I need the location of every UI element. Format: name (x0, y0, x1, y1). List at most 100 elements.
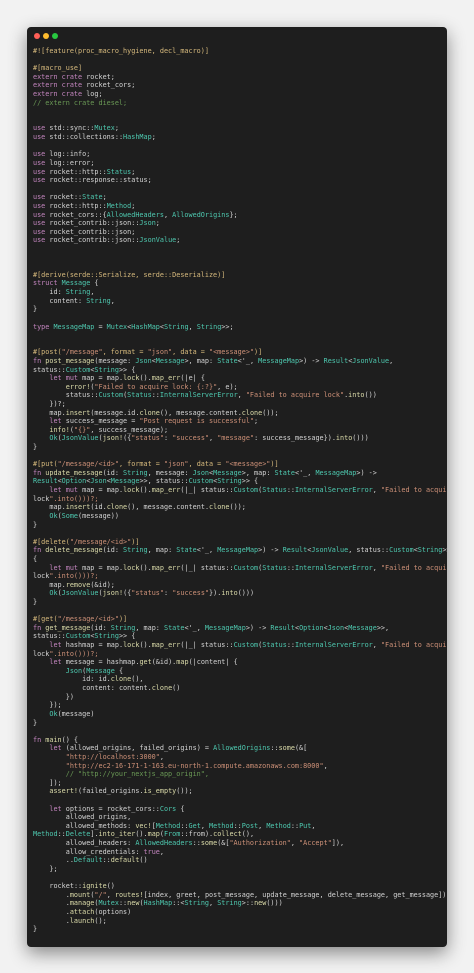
code-window: #![feature(proc_macro_hygiene, decl_macr… (27, 27, 447, 947)
code-line: #[derive(serde::Serialize, serde::Deseri… (33, 270, 226, 279)
code-line: ​ (33, 452, 443, 461)
code-line: Result<Option<Json<Message>>, status::Cu… (33, 477, 259, 486)
code-line: let mut map = map.lock().map_err(|_| sta… (49, 563, 447, 572)
code-line: } (33, 520, 38, 529)
code-line: id: id.clone(), (82, 675, 144, 684)
code-line: ]); (33, 778, 62, 787)
code-line: Ok(JsonValue(json!({"status": "success"}… (49, 589, 255, 598)
code-line: Ok(JsonValue(json!({"status": "success",… (49, 434, 369, 443)
code-line: Json(Message { (65, 666, 124, 675)
code-line: #![feature(proc_macro_hygiene, decl_macr… (33, 47, 209, 55)
code-line: ​ (33, 727, 443, 736)
code-line: Ok(message) (49, 709, 95, 718)
code-line: Method::Delete].into_iter().map(From::fr… (33, 830, 255, 839)
code-line: let mut map = map.lock().map_err(|_| sta… (49, 486, 447, 495)
code-line: use rocket::State; (33, 193, 107, 202)
code-line: map.remove(&id); (49, 580, 115, 589)
code-line: ​ (33, 340, 443, 349)
minimize-button[interactable] (43, 33, 49, 39)
code-line: error!("Failed to acquire lock: {:?}", e… (65, 382, 238, 391)
zoom-button[interactable] (52, 33, 58, 39)
code-line: lock".into()))?; (33, 494, 99, 503)
code-line: use rocket::http::Method; (33, 201, 136, 210)
code-line: #[put("/message/<id>", format = "json", … (33, 460, 279, 469)
code-line: ​ (33, 116, 443, 125)
code-line: ​ (33, 254, 443, 263)
code-line: use rocket_contrib::json::JsonValue; (33, 236, 181, 245)
code-line: status::Custom<String>> { (33, 632, 136, 641)
code-line: allowed_methods: vec![Method::Get, Metho… (65, 821, 316, 830)
code-line: let (allowed_origins, failed_origins) = … (49, 744, 308, 753)
code-line: ​ (33, 245, 443, 254)
code-line: })?; (33, 399, 66, 408)
code-line: ​ (33, 796, 443, 805)
code-line: let message = hashmap.get(&id).map(|cont… (49, 658, 238, 667)
code-line: fn get_message(id: String, map: State<'_… (33, 623, 390, 632)
code-line: use log::error; (33, 158, 95, 167)
code-line: struct Message { (33, 279, 99, 288)
code-line: .attach(options) (33, 907, 132, 916)
code-line: id: String, (49, 288, 95, 297)
code-line: allowed_origins, (65, 813, 132, 822)
code-line: .launch(); (33, 916, 107, 925)
code-line: fn main() { (33, 735, 79, 744)
code-line: ​ (33, 331, 443, 340)
code-editor[interactable]: #![feature(proc_macro_hygiene, decl_macr… (33, 47, 447, 934)
code-line: ​ (33, 107, 443, 116)
code-line: let mut map = map.lock().map_err(|e| { (49, 374, 205, 383)
code-line: type MessageMap = Mutex<HashMap<String, … (33, 322, 234, 331)
code-line: } (33, 598, 38, 606)
code-line: extern crate log; (33, 90, 103, 99)
code-line: ​ (33, 874, 443, 883)
code-line: let options = rocket_cors::Cors { (49, 804, 185, 813)
code-line: ​ (33, 185, 443, 194)
code-line: } (33, 718, 38, 727)
code-line: } (33, 925, 38, 934)
code-line: #[delete("/message/<id>")] (33, 537, 140, 546)
code-line: map.insert(message.id.clone(), message.c… (49, 408, 279, 417)
code-line: allowed_headers: AllowedHeaders::some(&[… (65, 839, 345, 848)
code-line: ​ (33, 56, 443, 65)
code-line: ​ (33, 142, 443, 151)
code-line: }); (33, 701, 62, 710)
code-line: info!("{}", success_message); (49, 425, 169, 434)
code-line: fn update_message(id: String, message: J… (33, 468, 377, 477)
code-line: use rocket_contrib::json::Json; (33, 219, 160, 228)
code-line: fn delete_message(id: String, map: State… (33, 546, 447, 555)
code-line: ​ (33, 607, 443, 616)
code-line: { (33, 554, 38, 563)
code-line: }; (33, 864, 58, 873)
window-titlebar (27, 27, 447, 45)
code-line: lock".into()))?; (33, 649, 99, 658)
code-line: Ok(Some(message)) (49, 511, 119, 520)
code-line: let success_message = "Post request is s… (49, 417, 259, 426)
code-line: #[get("/message/<id>")] (33, 615, 128, 624)
code-line: ​ (33, 262, 443, 271)
code-line: map.insert(id.clone(), message.content.c… (49, 503, 246, 512)
code-line: status::Custom(Status::InternalServerErr… (65, 391, 377, 400)
code-line: use std::sync::Mutex; (33, 124, 119, 133)
code-line: use rocket_contrib::json; (33, 227, 136, 236)
close-button[interactable] (34, 33, 40, 39)
code-line: "http://ec2-16-171-1-163.eu-north-1.comp… (65, 761, 328, 770)
code-line: .manage(Mutex::new(HashMap::<String, Str… (33, 899, 283, 908)
code-line: content: content.clone() (82, 684, 181, 693)
code-line: extern crate rocket_cors; (33, 81, 136, 90)
code-line: lock".into()))?; (33, 572, 99, 581)
code-line: use log::info; (33, 150, 91, 159)
code-line: allow_credentials: true, (65, 847, 164, 856)
code-line: fn post_message(message: Json<Message>, … (33, 356, 394, 365)
code-line: extern crate rocket; (33, 72, 115, 81)
code-line: use rocket::http::Status; (33, 167, 136, 176)
code-line: // "http://your_nextjs_app_origin", (33, 770, 209, 779)
code-line: assert!(failed_origins.is_empty()); (49, 787, 193, 796)
code-line: }) (33, 692, 74, 701)
code-line: status::Custom<String>> { (33, 365, 136, 374)
code-line: use rocket::response::status; (33, 176, 152, 185)
code-line: .mount("/", routes![index, greet, post_m… (33, 890, 447, 899)
code-line: rocket::ignite() (49, 882, 115, 891)
code-line: let hashmap = map.lock().map_err(|_| sta… (49, 641, 447, 650)
code-line: } (33, 305, 38, 314)
code-line: #[macro_use] (33, 64, 83, 73)
code-line: "http://localhost:3000", (65, 752, 164, 761)
